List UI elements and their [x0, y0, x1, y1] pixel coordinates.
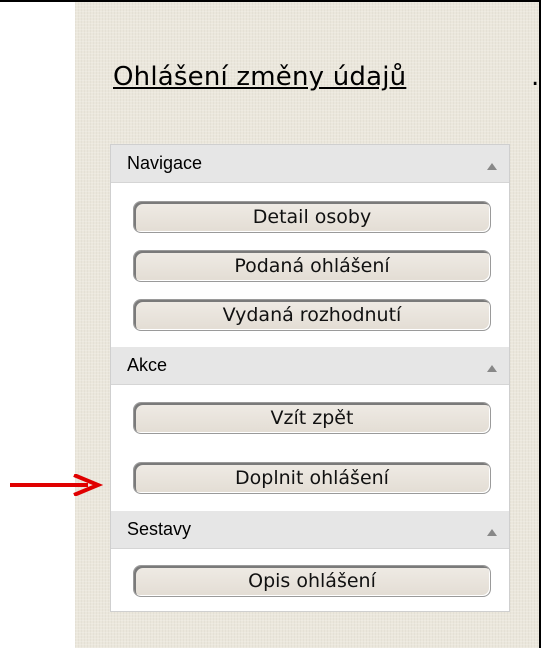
section-label: Navigace	[127, 153, 203, 173]
vzit-zpet-button[interactable]: Vzít zpět	[133, 402, 491, 434]
doplnit-ohlaseni-button[interactable]: Doplnit ohlášení	[133, 462, 491, 494]
side-menu: Navigace Detail osoby Podaná ohlášení Vy…	[110, 144, 510, 612]
podana-ohlaseni-button[interactable]: Podaná ohlášení	[133, 250, 491, 282]
vydana-rozhodnuti-button[interactable]: Vydaná rozhodnutí	[133, 299, 491, 331]
red-arrow-icon	[10, 474, 104, 496]
section-header-sestavy[interactable]: Sestavy	[111, 511, 509, 549]
opis-ohlaseni-button[interactable]: Opis ohlášení	[133, 565, 491, 597]
detail-osoby-button[interactable]: Detail osoby	[133, 201, 491, 233]
page-title: Ohlášení změny údajů	[113, 62, 407, 92]
collapse-up-icon[interactable]	[487, 365, 497, 372]
section-header-navigace[interactable]: Navigace	[111, 145, 509, 183]
collapse-up-icon[interactable]	[487, 529, 497, 536]
section-label: Sestavy	[127, 519, 192, 539]
collapse-up-icon[interactable]	[487, 163, 497, 170]
section-label: Akce	[127, 355, 168, 375]
page-title-overflow: .	[531, 62, 540, 92]
section-header-akce[interactable]: Akce	[111, 347, 509, 385]
